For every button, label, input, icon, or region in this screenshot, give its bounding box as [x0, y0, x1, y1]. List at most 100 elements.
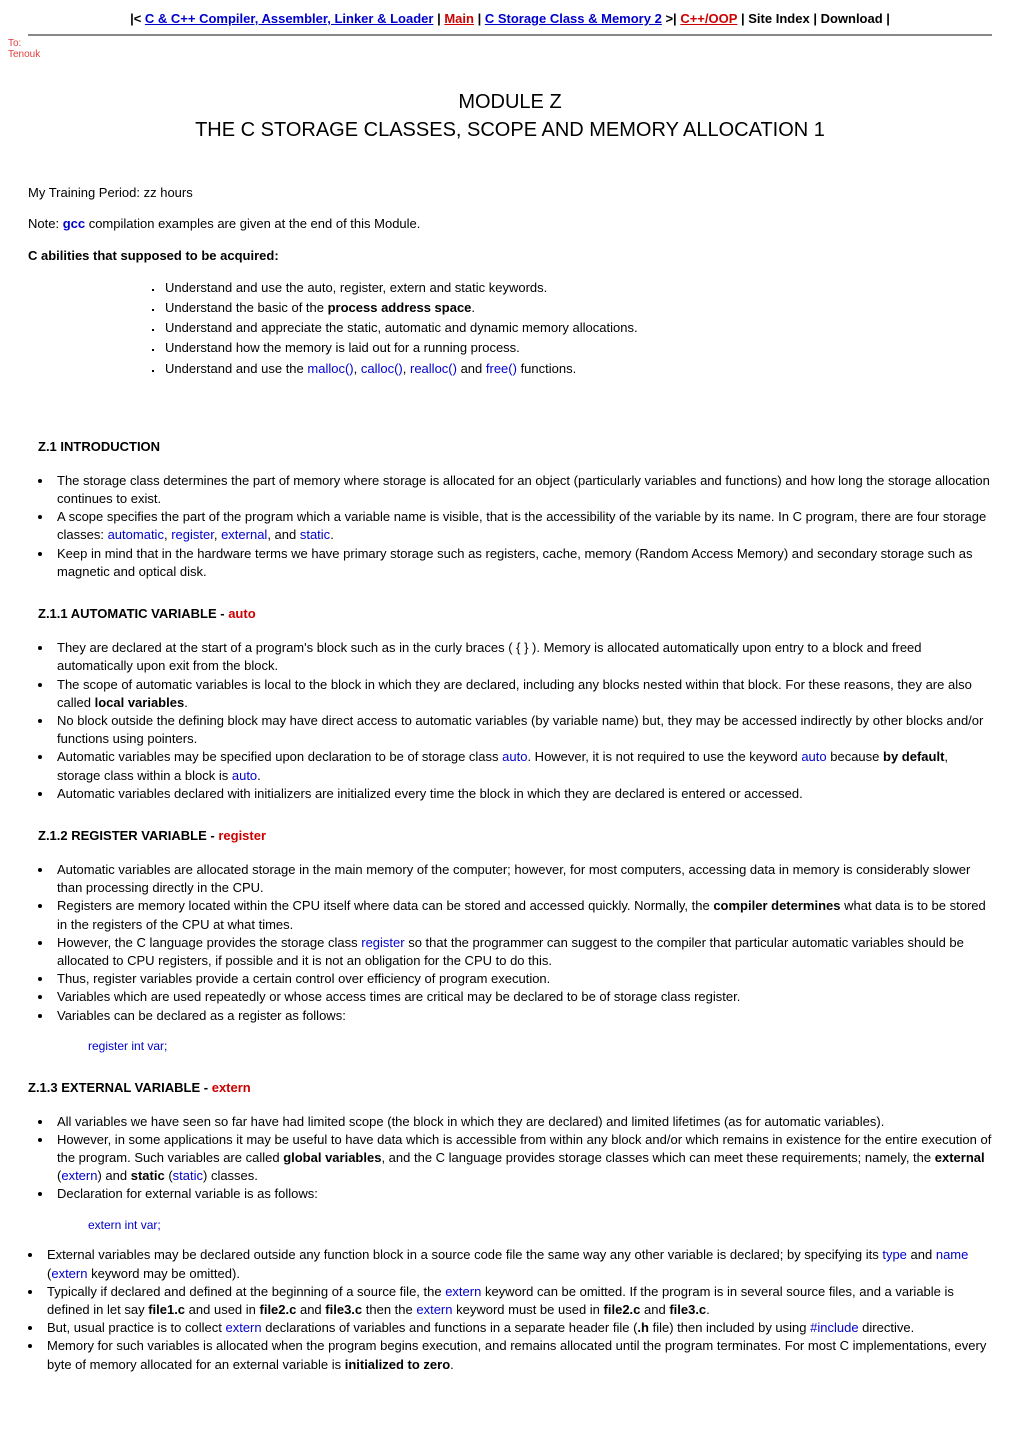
bullet-item: Variables can be declared as a register … [53, 1007, 992, 1025]
nav-sep: | [813, 11, 820, 26]
note-line: Note: gcc compilation examples are given… [28, 215, 992, 233]
bullet-item: All variables we have seen so far have h… [53, 1113, 992, 1131]
kw-name: name [936, 1247, 969, 1262]
title-line: THE C STORAGE CLASSES, SCOPE AND MEMORY … [28, 116, 992, 144]
objective-item: Understand the basic of the process addr… [163, 299, 992, 317]
kw-extern: extern [416, 1302, 452, 1317]
kw-extern: extern [61, 1168, 97, 1183]
text: , [403, 361, 410, 376]
title-line: MODULE Z [28, 88, 992, 116]
text: then the [362, 1302, 416, 1317]
keyword-gcc: gcc [63, 216, 85, 231]
bullet-item: Registers are memory located within the … [53, 897, 992, 933]
nav-sep: >| [665, 11, 676, 26]
text: , [354, 361, 361, 376]
training-period: My Training Period: zz hours [28, 184, 992, 202]
text: and [640, 1302, 669, 1317]
text: and [907, 1247, 936, 1262]
text: However, the C language provides the sto… [57, 935, 361, 950]
bullet-list: They are declared at the start of a prog… [28, 639, 992, 803]
nav-sep: | [886, 11, 890, 26]
text: Typically if declared and defined at the… [47, 1284, 445, 1299]
fn-malloc: malloc() [307, 361, 353, 376]
text: keyword must be used in [453, 1302, 604, 1317]
text: , [214, 527, 221, 542]
text: . [471, 300, 475, 315]
text: ( [165, 1168, 173, 1183]
nav-link-storage2[interactable]: C Storage Class & Memory 2 [485, 11, 662, 26]
logo: To: Tenouk [8, 38, 992, 60]
top-nav: |< C & C++ Compiler, Assembler, Linker &… [28, 0, 992, 28]
bullet-list: Automatic variables are allocated storag… [28, 861, 992, 1025]
bullet-item: Thus, register variables provide a certa… [53, 970, 992, 988]
text: and [457, 361, 486, 376]
bullet-list: All variables we have seen so far have h… [28, 1113, 992, 1204]
kw-register: register [361, 935, 404, 950]
text: Registers are memory located within the … [57, 898, 713, 913]
text: keyword may be omitted). [87, 1266, 239, 1281]
objective-item: Understand and appreciate the static, au… [163, 319, 992, 337]
fn-realloc: realloc() [410, 361, 457, 376]
filename: file2.c [604, 1302, 641, 1317]
text: Note: [28, 216, 63, 231]
objective-item: Understand and use the auto, register, e… [163, 279, 992, 297]
text: Memory for such variables is allocated w… [47, 1338, 986, 1371]
nav-link-compiler[interactable]: C & C++ Compiler, Assembler, Linker & Lo… [145, 11, 434, 26]
nav-sep: | [478, 11, 485, 26]
kw-extern: extern [445, 1284, 481, 1299]
kw-auto: auto [228, 606, 255, 621]
bullet-item: Variables which are used repeatedly or w… [53, 988, 992, 1006]
text: Z.1.2 REGISTER VARIABLE - [38, 828, 218, 843]
text: by default [883, 749, 944, 764]
objectives-list: Understand and use the auto, register, e… [163, 279, 992, 378]
nav-link-siteindex[interactable]: Site Index [748, 11, 809, 26]
bullet-item: They are declared at the start of a prog… [53, 639, 992, 675]
filename: file3.c [325, 1302, 362, 1317]
bullet-item: The scope of automatic variables is loca… [53, 676, 992, 712]
bullet-item: However, the C language provides the sto… [53, 934, 992, 970]
text: because [827, 749, 883, 764]
text: . [330, 527, 334, 542]
text: static [131, 1168, 165, 1183]
nav-link-download[interactable]: Download [821, 11, 883, 26]
kw-auto: auto [801, 749, 826, 764]
text: global variables [283, 1150, 381, 1165]
objective-item: Understand and use the malloc(), calloc(… [163, 360, 992, 378]
bullet-list: The storage class determines the part of… [28, 472, 992, 581]
text: The scope of automatic variables is loca… [57, 677, 972, 710]
bullet-item: Automatic variables declared with initia… [53, 785, 992, 803]
kw-auto: auto [232, 768, 257, 783]
kw-type: type [882, 1247, 907, 1262]
section-auto: Z.1.1 AUTOMATIC VARIABLE - auto [38, 605, 992, 623]
filename: file2.c [260, 1302, 297, 1317]
bullet-item: The storage class determines the part of… [53, 472, 992, 508]
bullet-list: External variables may be declared outsi… [28, 1246, 992, 1373]
section-extern: Z.1.3 EXTERNAL VARIABLE - extern [28, 1079, 992, 1097]
kw-register: register [218, 828, 266, 843]
fn-calloc: calloc() [361, 361, 403, 376]
kw-extern: extern [225, 1320, 261, 1335]
kw-static: static [300, 527, 330, 542]
bullet-item: No block outside the defining block may … [53, 712, 992, 748]
divider [28, 34, 992, 36]
bullet-item: However, in some applications it may be … [53, 1131, 992, 1186]
text: But, usual practice is to collect [47, 1320, 225, 1335]
logo-line: To: [8, 38, 992, 49]
code-example: extern int var; [88, 1217, 992, 1234]
text: ) and [97, 1168, 130, 1183]
text: file) then included by using [649, 1320, 810, 1335]
section-introduction: Z.1 INTRODUCTION [38, 438, 992, 456]
kw-register: register [171, 527, 214, 542]
text: . [706, 1302, 710, 1317]
text: , and the C language provides storage cl… [381, 1150, 934, 1165]
nav-sep: |< [130, 11, 141, 26]
text: functions. [517, 361, 576, 376]
nav-link-main[interactable]: Main [444, 11, 474, 26]
text: . [450, 1357, 454, 1372]
text: Understand and use the [165, 361, 307, 376]
text: local variables [95, 695, 185, 710]
nav-link-oop[interactable]: C++/OOP [680, 11, 737, 26]
bullet-item: A scope specifies the part of the progra… [53, 508, 992, 544]
code-example: register int var; [88, 1038, 992, 1055]
kw-include: #include [810, 1320, 858, 1335]
